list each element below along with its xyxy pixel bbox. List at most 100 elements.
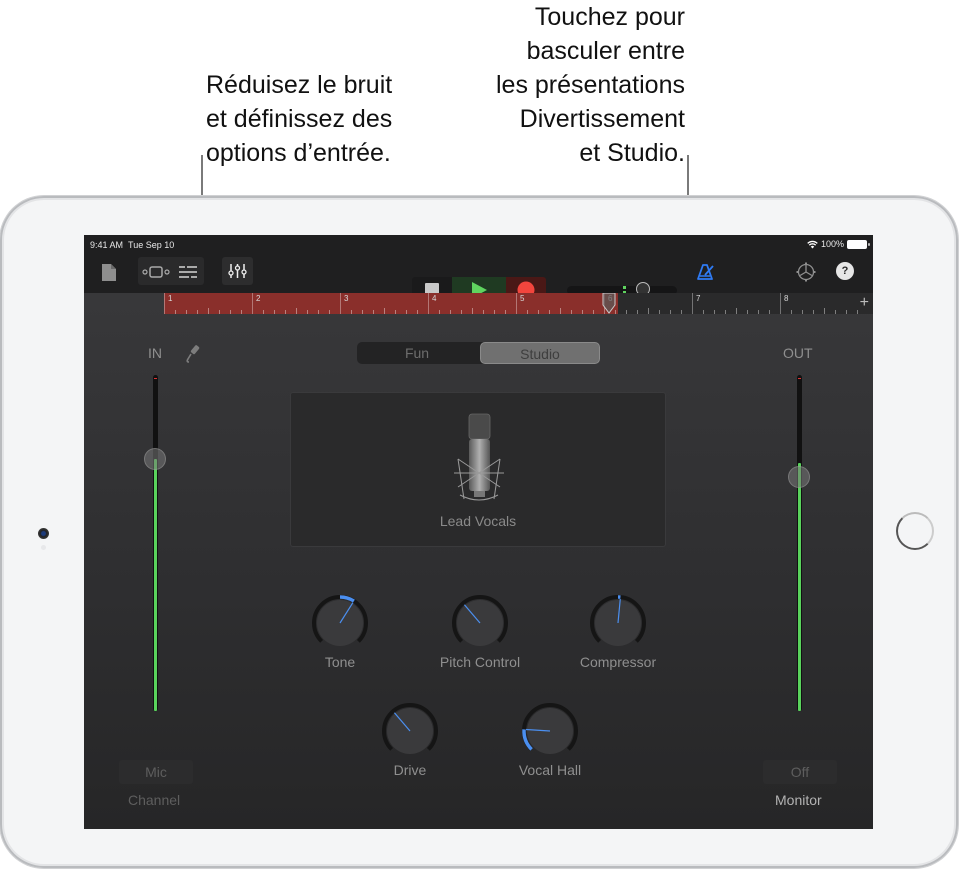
ruler-tick bbox=[593, 310, 594, 314]
ruler-bar-number: 5 bbox=[520, 294, 525, 303]
sensor bbox=[41, 545, 46, 550]
ruler-tick bbox=[538, 310, 539, 314]
callout-view-toggle: Touchez pour basculer entre les présenta… bbox=[455, 0, 685, 170]
mixer-button[interactable] bbox=[222, 257, 253, 285]
callout-line: options d’entrée. bbox=[206, 139, 391, 167]
wifi-icon bbox=[807, 240, 818, 248]
input-settings-button[interactable] bbox=[184, 343, 202, 363]
camera-icon bbox=[38, 528, 49, 539]
ruler-bar-number: 1 bbox=[168, 294, 173, 303]
metronome-button[interactable] bbox=[694, 261, 718, 283]
my-songs-button[interactable] bbox=[100, 261, 118, 283]
ruler-bar-number: 2 bbox=[256, 294, 261, 303]
channel-label: Channel bbox=[128, 792, 181, 808]
knob-compressor[interactable] bbox=[588, 593, 648, 653]
channel-button[interactable]: Mic bbox=[119, 760, 193, 784]
knob-pitch-control[interactable] bbox=[450, 593, 510, 653]
ruler-bar: 5 bbox=[516, 293, 524, 314]
ruler-tick bbox=[439, 310, 440, 314]
input-settings-icon bbox=[186, 345, 200, 363]
ruler-tick bbox=[494, 310, 495, 314]
output-level-slider[interactable] bbox=[788, 466, 810, 488]
ruler-bar: 4 bbox=[428, 293, 436, 314]
ruler-tick bbox=[703, 310, 704, 314]
ruler-tick bbox=[417, 310, 418, 314]
help-button[interactable]: ? bbox=[836, 262, 854, 280]
input-label: IN bbox=[148, 345, 162, 361]
document-icon bbox=[102, 263, 116, 281]
tracks-view-button[interactable] bbox=[176, 261, 200, 283]
callout-line: et Studio. bbox=[579, 139, 685, 167]
metronome-icon bbox=[697, 264, 714, 280]
tab-studio[interactable]: Studio bbox=[480, 342, 600, 364]
tab-fun[interactable]: Fun bbox=[357, 342, 477, 364]
ruler-tick bbox=[406, 310, 407, 314]
ruler-tick bbox=[197, 310, 198, 314]
callout-line: Touchez pour bbox=[534, 3, 685, 31]
playhead[interactable] bbox=[602, 292, 616, 314]
knob-drive[interactable] bbox=[380, 701, 440, 761]
ruler-bar: 2 bbox=[252, 293, 260, 314]
microphone-icon bbox=[454, 413, 504, 501]
control-bar: ? bbox=[84, 255, 873, 303]
ruler-tick bbox=[758, 310, 759, 314]
ruler-tick bbox=[296, 308, 297, 314]
ruler-tick bbox=[175, 310, 176, 314]
input-level-slider[interactable] bbox=[144, 448, 166, 470]
output-peak-indicator bbox=[798, 378, 801, 379]
ruler-tick bbox=[527, 310, 528, 314]
ruler-bar: 3 bbox=[340, 293, 348, 314]
add-section-button[interactable]: + bbox=[860, 293, 869, 313]
tracks-view-icon bbox=[179, 266, 197, 278]
callout-line: et définissez des bbox=[206, 105, 393, 133]
ruler-tick bbox=[769, 310, 770, 314]
monitor-button[interactable]: Off bbox=[763, 760, 837, 784]
patch-name: Lead Vocals bbox=[439, 513, 517, 529]
view-toggle-icon bbox=[142, 266, 170, 278]
ruler-tick bbox=[230, 310, 231, 314]
callout-line: les présentations bbox=[495, 71, 685, 99]
patch-display[interactable]: Lead Vocals bbox=[290, 392, 666, 547]
ruler-tick bbox=[835, 310, 836, 314]
ruler-tick bbox=[450, 310, 451, 314]
view-segmented-control: Fun Studio bbox=[357, 342, 600, 364]
ruler-tick bbox=[736, 308, 737, 314]
knob-label: Pitch Control bbox=[439, 654, 521, 670]
timeline-ruler[interactable]: + 12345678 bbox=[164, 292, 873, 314]
ruler-bar: 8 bbox=[780, 293, 788, 314]
callout-input-settings: Réduisez le bruit et définissez des opti… bbox=[206, 68, 424, 170]
settings-button[interactable] bbox=[794, 260, 818, 284]
callout-line: Divertissement bbox=[519, 105, 685, 133]
ruler-tick bbox=[384, 308, 385, 314]
ruler-tick bbox=[186, 310, 187, 314]
monitor-label: Monitor bbox=[775, 792, 822, 808]
mixer-icon bbox=[228, 264, 247, 278]
home-button[interactable] bbox=[896, 512, 934, 550]
knob-label: Vocal Hall bbox=[518, 762, 582, 778]
ruler-tick bbox=[747, 310, 748, 314]
callout-line: basculer entre bbox=[526, 37, 685, 65]
ruler-tick bbox=[813, 310, 814, 314]
ruler-tick bbox=[571, 310, 572, 314]
battery-icon bbox=[847, 239, 870, 249]
ruler-tick bbox=[351, 310, 352, 314]
ruler-tick bbox=[208, 308, 209, 314]
ruler-bar-number: 4 bbox=[432, 294, 437, 303]
ruler-bar: 7 bbox=[692, 293, 700, 314]
ruler-tick bbox=[483, 310, 484, 314]
ruler-tick bbox=[681, 310, 682, 314]
ruler-tick bbox=[461, 310, 462, 314]
status-bar: 9:41 AM Tue Sep 10 100% bbox=[84, 235, 873, 255]
ruler-tick bbox=[560, 308, 561, 314]
ruler-tick bbox=[846, 310, 847, 314]
ruler-tick bbox=[307, 310, 308, 314]
ruler-tick bbox=[395, 310, 396, 314]
ruler-tick bbox=[505, 310, 506, 314]
knob-tone[interactable] bbox=[310, 593, 370, 653]
view-toggle-button[interactable] bbox=[140, 261, 172, 283]
knob-label: Drive bbox=[393, 762, 427, 778]
settings-icon bbox=[796, 262, 816, 282]
output-label: OUT bbox=[783, 345, 813, 361]
knob-vocal-hall[interactable] bbox=[520, 701, 580, 761]
ruler-bar-number: 8 bbox=[784, 294, 789, 303]
